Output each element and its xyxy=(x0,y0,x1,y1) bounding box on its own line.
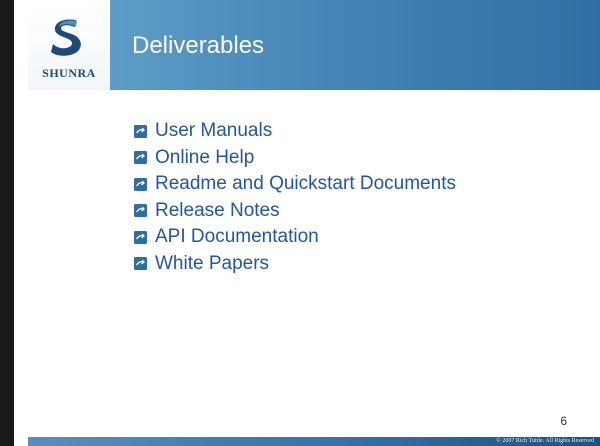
bullet-arrow-icon xyxy=(134,124,147,138)
list-item: White Papers xyxy=(134,251,456,278)
bullet-text: White Papers xyxy=(155,252,270,274)
bullet-arrow-icon xyxy=(134,230,147,244)
shunra-s-logo-icon xyxy=(51,19,81,56)
logo-text: SHUNRA xyxy=(42,66,96,80)
bullet-text: Online Help xyxy=(155,146,255,168)
slide-header xyxy=(28,0,600,90)
bullet-text: Release Notes xyxy=(155,199,280,221)
bullet-text: API Documentation xyxy=(155,226,319,248)
slide: SHUNRA Deliverables User Manuals Online … xyxy=(0,0,600,446)
bullet-arrow-icon xyxy=(134,177,147,191)
bullet-list: User Manuals Online Help Readme and Quic… xyxy=(134,118,456,277)
bullet-arrow-icon xyxy=(134,151,147,165)
bullet-text: Readme and Quickstart Documents xyxy=(155,173,456,195)
logo: SHUNRA xyxy=(28,0,110,90)
bullet-text: User Manuals xyxy=(155,120,273,142)
page-title: Deliverables xyxy=(132,32,265,59)
list-item: Readme and Quickstart Documents xyxy=(134,171,456,198)
list-item: API Documentation xyxy=(134,224,456,251)
bullet-arrow-icon xyxy=(134,257,147,271)
list-item: Online Help xyxy=(134,145,456,172)
page-number: 6 xyxy=(560,414,567,428)
list-item: User Manuals xyxy=(134,118,456,145)
bullet-arrow-icon xyxy=(134,204,147,218)
copyright-notice: © 2007 Rich Tuttle. All Rights Reserved xyxy=(496,438,594,444)
list-item: Release Notes xyxy=(134,198,456,225)
